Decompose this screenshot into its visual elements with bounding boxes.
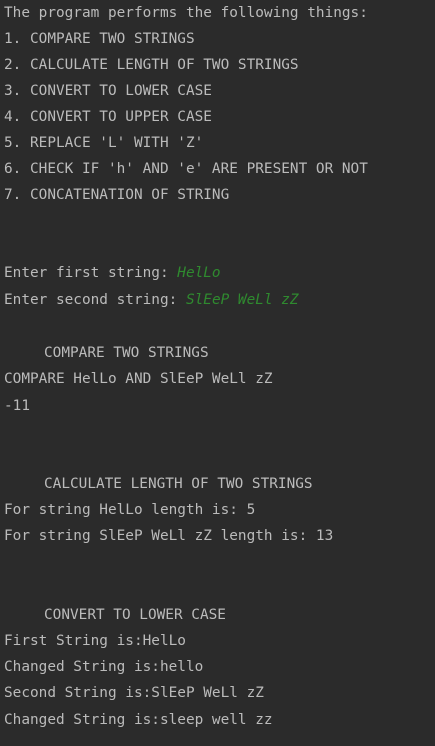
compare-heading: COMPARE TWO STRINGS: [44, 345, 209, 361]
first-string-input[interactable]: HelLo: [177, 265, 220, 281]
lower-second-original: Second String is:SlEeP WeLl zZ: [4, 685, 264, 701]
menu-item-upper-case: 4. CONVERT TO UPPER CASE: [4, 109, 212, 125]
lower-second-changed: Changed String is:sleep well zz: [4, 712, 273, 728]
menu-item-length: 2. CALCULATE LENGTH OF TWO STRINGS: [4, 57, 299, 73]
first-string-prompt: Enter first string: HelLo: [4, 260, 221, 286]
second-string-input[interactable]: SlEeP WeLl zZ: [186, 292, 299, 308]
menu-item-lower-case: 3. CONVERT TO LOWER CASE: [4, 83, 212, 99]
compare-result: -11: [4, 398, 30, 414]
first-string-label: Enter first string:: [4, 265, 178, 281]
length-second-string: For string SlEeP WeLl zZ length is: 13: [4, 528, 334, 544]
menu-item-replace: 5. REPLACE 'L' WITH 'Z': [4, 135, 204, 151]
second-string-prompt: Enter second string: SlEeP WeLl zZ: [4, 287, 299, 313]
menu-item-compare: 1. COMPARE TWO STRINGS: [4, 31, 195, 47]
menu-item-check: 6. CHECK IF 'h' AND 'e' ARE PRESENT OR N…: [4, 161, 368, 177]
lower-first-original: First String is:HelLo: [4, 633, 186, 649]
lower-first-changed: Changed String is:hello: [4, 659, 204, 675]
compare-statement: COMPARE HelLo AND SlEeP WeLl zZ: [4, 371, 273, 387]
lower-case-heading: CONVERT TO LOWER CASE: [44, 607, 226, 623]
menu-item-concatenation: 7. CONCATENATION OF STRING: [4, 187, 230, 203]
length-heading: CALCULATE LENGTH OF TWO STRINGS: [44, 476, 313, 492]
length-first-string: For string HelLo length is: 5: [4, 502, 256, 518]
program-description: The program performs the following thing…: [4, 5, 368, 21]
second-string-label: Enter second string:: [4, 292, 186, 308]
